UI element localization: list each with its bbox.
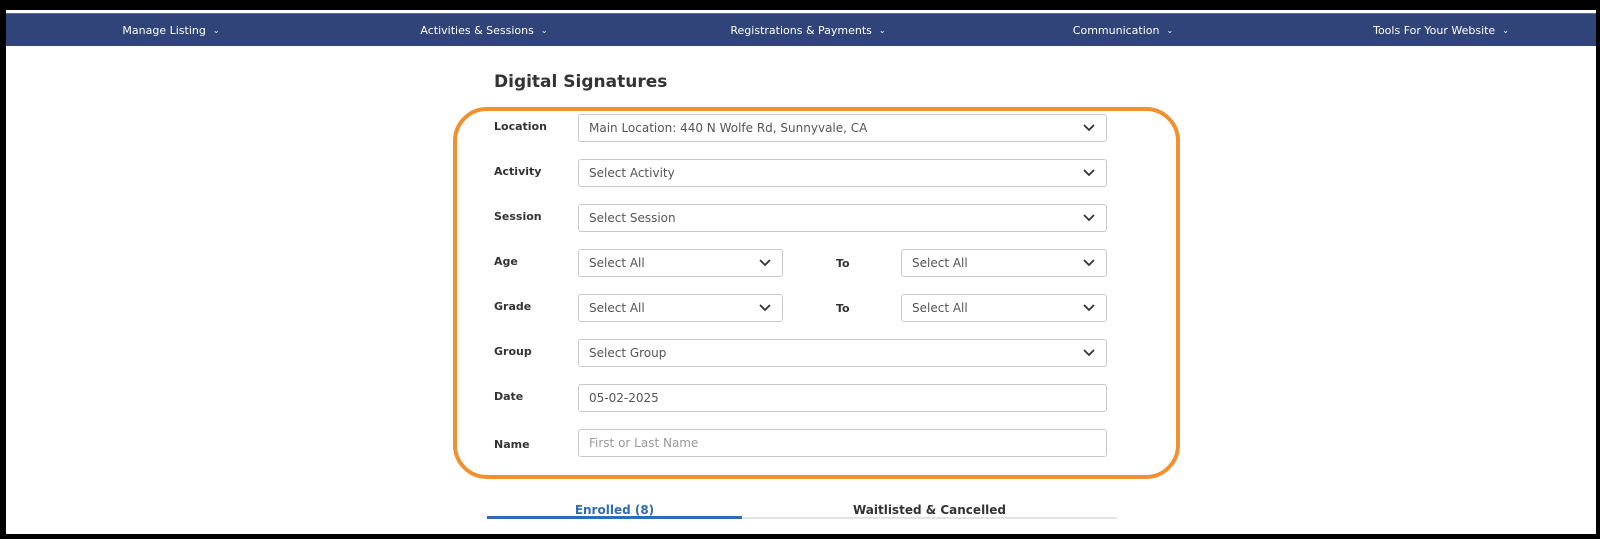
activity-label: Activity <box>494 165 542 178</box>
group-label: Group <box>494 345 532 358</box>
nav-registrations-payments[interactable]: Registrations & Payments ⌄ <box>730 14 885 46</box>
group-select-value: Select Group <box>589 346 667 360</box>
tab-waitlisted-cancelled[interactable]: Waitlisted & Cancelled <box>742 496 1117 524</box>
app-frame: Manage Listing ⌄ Activities & Sessions ⌄… <box>6 10 1596 534</box>
chevron-down-icon: ⌄ <box>1166 26 1174 35</box>
chevron-down-icon <box>758 301 772 315</box>
chevron-down-icon <box>1082 121 1096 135</box>
grade-from-value: Select All <box>589 301 645 315</box>
chevron-down-icon: ⌄ <box>1502 26 1509 35</box>
tab-enrolled[interactable]: Enrolled (8) <box>487 496 742 524</box>
age-to-value: Select All <box>912 256 968 270</box>
grade-to-value: Select All <box>912 301 968 315</box>
chevron-down-icon <box>1082 301 1096 315</box>
activity-select[interactable]: Select Activity <box>578 159 1107 187</box>
chevron-down-icon <box>1082 211 1096 225</box>
chevron-down-icon <box>1082 166 1096 180</box>
nav-manage-listing[interactable]: Manage Listing ⌄ <box>122 14 219 46</box>
location-select-value: Main Location: 440 N Wolfe Rd, Sunnyvale… <box>589 121 868 135</box>
age-from-value: Select All <box>589 256 645 270</box>
name-label: Name <box>494 438 530 451</box>
age-label: Age <box>494 255 518 268</box>
active-tab-indicator <box>487 516 742 519</box>
group-select[interactable]: Select Group <box>578 339 1107 367</box>
grade-to-select[interactable]: Select All <box>901 294 1107 322</box>
name-input-placeholder: First or Last Name <box>589 436 699 450</box>
page-title: Digital Signatures <box>494 72 668 92</box>
nav-label: Communication <box>1072 23 1160 37</box>
grade-from-select[interactable]: Select All <box>578 294 783 322</box>
chevron-down-icon: ⌄ <box>878 26 886 35</box>
chevron-down-icon: ⌄ <box>540 26 548 35</box>
location-label: Location <box>494 120 547 133</box>
nav-label: Tools For Your Website <box>1373 23 1496 37</box>
nav-label: Registrations & Payments <box>730 23 872 37</box>
session-label: Session <box>494 210 542 223</box>
activity-select-value: Select Activity <box>589 166 675 180</box>
chevron-down-icon: ⌄ <box>212 26 220 35</box>
top-navigation-bar: Manage Listing ⌄ Activities & Sessions ⌄… <box>6 13 1596 46</box>
nav-communication[interactable]: Communication ⌄ <box>1073 14 1173 46</box>
nav-activities-sessions[interactable]: Activities & Sessions ⌄ <box>420 14 547 46</box>
session-select[interactable]: Select Session <box>578 204 1107 232</box>
chevron-down-icon <box>1082 346 1096 360</box>
age-to-label: To <box>836 257 850 270</box>
date-input[interactable]: 05-02-2025 <box>578 384 1107 412</box>
nav-label: Manage Listing <box>122 23 206 37</box>
nav-label: Activities & Sessions <box>420 23 534 37</box>
name-search-input[interactable]: First or Last Name <box>578 429 1107 457</box>
age-from-select[interactable]: Select All <box>578 249 783 277</box>
date-label: Date <box>494 390 524 403</box>
age-to-select[interactable]: Select All <box>901 249 1107 277</box>
date-input-value: 05-02-2025 <box>589 391 659 405</box>
session-select-value: Select Session <box>589 211 676 225</box>
grade-to-label: To <box>836 302 850 315</box>
location-select[interactable]: Main Location: 440 N Wolfe Rd, Sunnyvale… <box>578 114 1107 142</box>
nav-tools-for-website[interactable]: Tools For Your Website ⌄ <box>1373 14 1509 46</box>
chevron-down-icon <box>1082 256 1096 270</box>
grade-label: Grade <box>494 300 532 313</box>
chevron-down-icon <box>758 256 772 270</box>
